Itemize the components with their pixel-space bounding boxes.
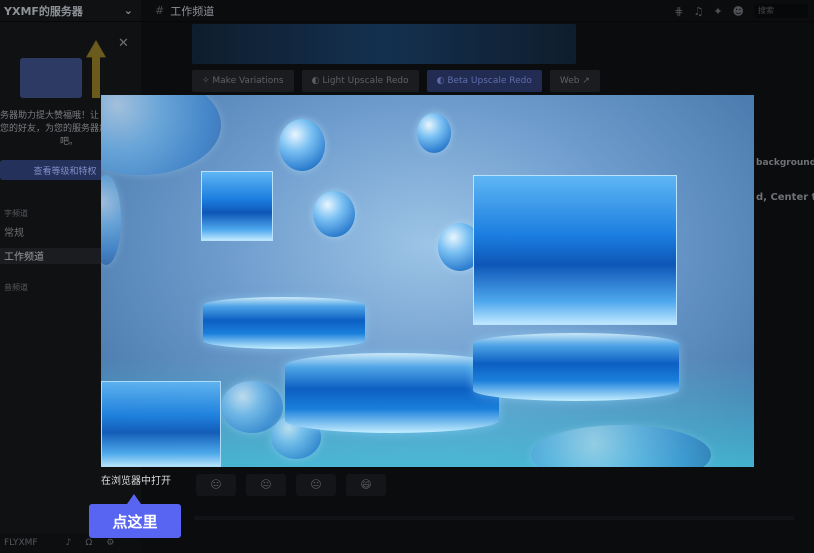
message-button-row: ✧ Make Variations ◐ Light Upscale Redo ◐… <box>192 70 600 92</box>
glass-disc <box>313 191 355 237</box>
gear-icon[interactable]: ⚙ <box>106 538 114 548</box>
bell-icon[interactable]: ♫ <box>693 5 703 18</box>
category-voice-channels[interactable]: 音频道 <box>4 282 28 293</box>
glass-disc <box>279 119 325 171</box>
boost-promo-image <box>20 40 106 98</box>
reaction-button[interactable]: 😐 <box>196 474 236 496</box>
open-in-browser-link[interactable]: 在浏览器中打开 <box>101 472 171 487</box>
reaction-button[interactable]: 😐 <box>296 474 336 496</box>
reaction-row: 😐 😐 😐 😄 <box>196 474 386 496</box>
glass-disc <box>101 175 121 265</box>
glass-pedestal <box>203 297 365 349</box>
click-here-callout[interactable]: 点这里 <box>89 504 181 538</box>
username: FLYXMF <box>4 538 38 548</box>
reaction-button[interactable]: 😐 <box>246 474 286 496</box>
threads-icon[interactable]: ⋕ <box>674 5 683 18</box>
headset-icon[interactable]: Ω <box>85 538 92 548</box>
boost-arrow-icon <box>86 40 106 98</box>
glass-disc <box>101 95 221 175</box>
channel-title: 工作频道 <box>170 4 215 18</box>
topbar-icons: ⋕ ♫ ✦ ☻ 搜索 <box>674 0 814 22</box>
server-name: YXMF的服务器 <box>4 4 83 18</box>
category-text-channels[interactable]: 字频道 <box>4 208 28 219</box>
glass-pedestal <box>285 353 499 433</box>
members-icon[interactable]: ☻ <box>733 5 744 18</box>
callout-pointer-icon <box>127 494 141 504</box>
glass-cube <box>201 171 273 241</box>
chevron-down-icon[interactable]: ⌄ <box>124 4 133 17</box>
reaction-button[interactable]: 😄 <box>346 474 386 496</box>
button-label: Beta Upscale Redo <box>447 76 532 86</box>
server-header[interactable]: YXMF的服务器 ⌄ <box>0 0 141 22</box>
mic-icon[interactable]: ♪ <box>66 538 72 548</box>
search-input[interactable]: 搜索 <box>754 4 808 18</box>
glass-disc <box>417 113 451 153</box>
message-text-fragment: background, <box>756 158 814 168</box>
hash-icon: # <box>155 4 165 17</box>
channel-topbar: # 工作频道 ⋕ ♫ ✦ ☻ 搜索 <box>141 0 814 22</box>
make-variations-button[interactable]: ✧ Make Variations <box>192 70 294 92</box>
web-button[interactable]: Web ↗ <box>549 70 600 92</box>
glass-pedestal <box>473 333 679 401</box>
beta-upscale-redo-button[interactable]: ◐ Beta Upscale Redo <box>426 70 542 92</box>
glass-cube <box>473 175 677 325</box>
message-divider <box>194 516 794 520</box>
button-label: Web <box>559 76 580 86</box>
promo-card-graphic <box>20 58 82 98</box>
pin-icon[interactable]: ✦ <box>713 5 722 18</box>
glass-cube <box>101 381 221 467</box>
light-upscale-redo-button[interactable]: ◐ Light Upscale Redo <box>301 70 419 92</box>
close-icon[interactable]: ✕ <box>118 36 129 51</box>
message-image-preview <box>192 24 576 64</box>
message-text-fragment: d, Center th <box>756 192 814 203</box>
button-label: Light Upscale Redo <box>322 76 409 86</box>
button-label: Make Variations <box>212 76 284 86</box>
image-viewer[interactable] <box>101 95 754 467</box>
